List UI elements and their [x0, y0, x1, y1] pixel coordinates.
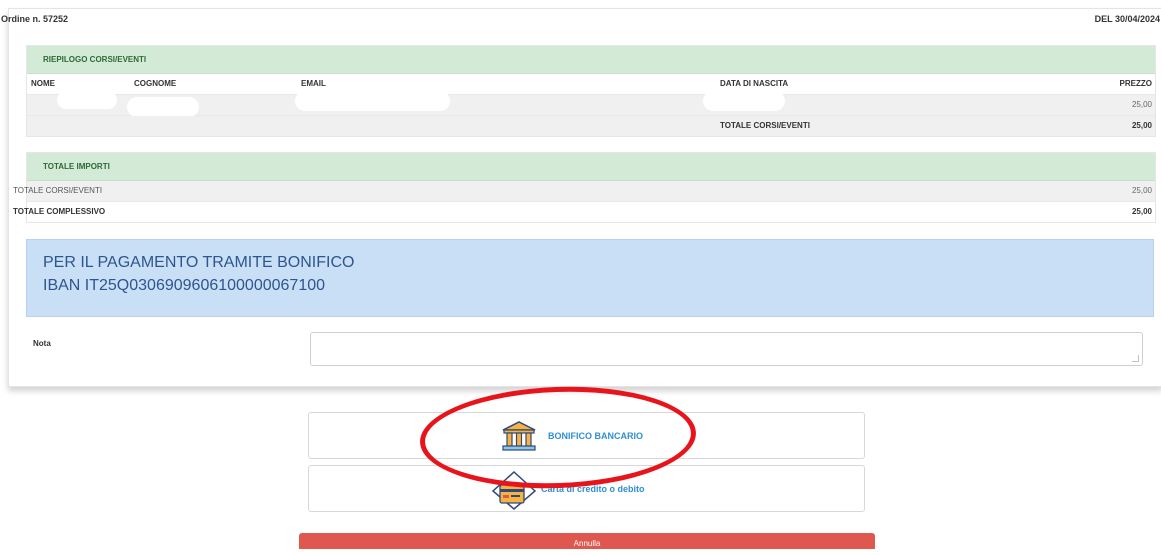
card-payment-button[interactable]: Carta di credito o debito — [308, 465, 865, 512]
summary-total-row: TOTALE CORSI/EVENTI 25,00 — [27, 116, 1155, 136]
totals-row-value: 25,00 — [1131, 186, 1152, 195]
iban-text: IBAN IT25Q0306909606100000067100 — [43, 277, 326, 294]
summary-total-value: 25,00 — [1131, 121, 1152, 130]
resize-handle-icon[interactable] — [1132, 355, 1139, 362]
totals-row-label: TOTALE CORSI/EVENTI — [13, 186, 103, 195]
summary-total-label: TOTALE CORSI/EVENTI — [720, 121, 810, 130]
totals-grand-label: TOTALE COMPLESSIVO — [13, 207, 106, 216]
redacted-birth-date — [703, 91, 785, 111]
redacted-name — [57, 91, 117, 109]
bank-transfer-button[interactable]: BONIFICO BANCARIO — [308, 412, 865, 459]
col-name: NOME — [31, 79, 55, 88]
summary-title: RIEPILOGO CORSI/EVENTI — [27, 46, 1155, 74]
card-payment-label: Carta di credito o debito — [541, 484, 645, 494]
note-label: Nota — [33, 339, 51, 348]
totals-section: TOTALE IMPORTI TOTALE CORSI/EVENTI 25,00… — [13, 152, 1156, 223]
totals-title: TOTALE IMPORTI — [27, 153, 1155, 181]
totals-row: TOTALE CORSI/EVENTI 25,00 — [13, 181, 1155, 202]
summary-header-row: NOME COGNOME EMAIL DATA DI NASCITA PREZZ… — [27, 74, 1155, 95]
summary-section: RIEPILOGO CORSI/EVENTI NOME COGNOME EMAI… — [26, 45, 1156, 137]
note-textarea[interactable] — [310, 332, 1143, 366]
redacted-email — [295, 91, 450, 111]
order-number: Ordine n. 57252 — [1, 14, 69, 24]
bank-icon — [500, 420, 538, 457]
row-price: 25,00 — [1131, 100, 1152, 109]
redacted-surname — [127, 97, 199, 117]
totals-grand-value: 25,00 — [1131, 207, 1152, 216]
table-row: 25,00 — [27, 91, 1155, 117]
totals-grand-row: TOTALE COMPLESSIVO 25,00 — [13, 202, 1155, 222]
credit-card-icon — [491, 470, 537, 516]
bank-transfer-title: PER IL PAGAMENTO TRAMITE BONIFICO — [43, 254, 355, 271]
order-date: DEL 30/04/2024 — [1094, 14, 1160, 24]
cancel-button[interactable]: Annulla — [299, 533, 875, 549]
bank-transfer-info: PER IL PAGAMENTO TRAMITE BONIFICO IBAN I… — [26, 239, 1154, 317]
bank-transfer-label: BONIFICO BANCARIO — [548, 431, 643, 441]
col-surname: COGNOME — [134, 79, 177, 88]
col-price: PREZZO — [1119, 79, 1152, 88]
order-card: Ordine n. 57252 DEL 30/04/2024 RIEPILOGO… — [1, 8, 1161, 387]
